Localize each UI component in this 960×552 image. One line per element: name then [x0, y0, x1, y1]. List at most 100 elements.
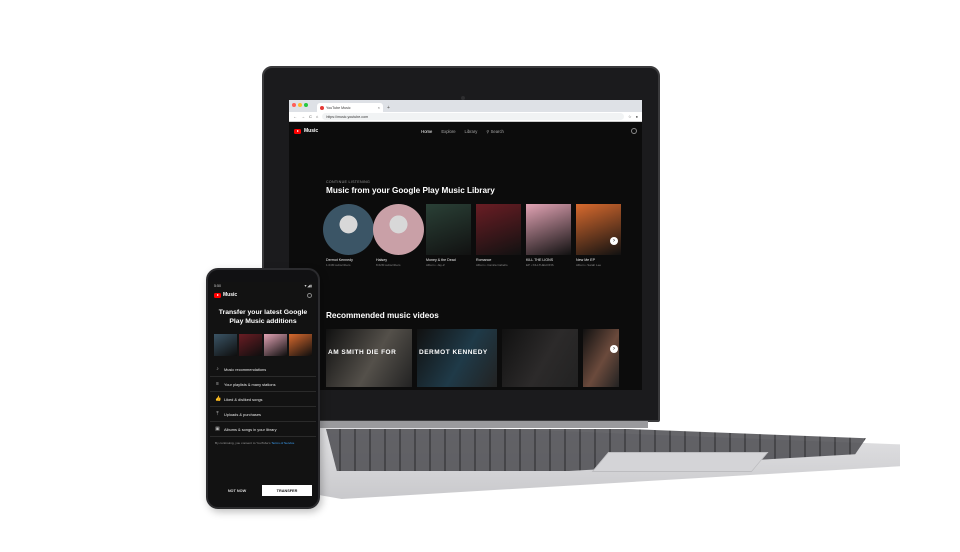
list-item: ⤒ Uploads & purchases	[210, 407, 316, 422]
reload-icon[interactable]: C	[309, 114, 312, 119]
video-thumbnail: DERMOT KENNEDY	[417, 329, 497, 387]
ytm-header: Music Home Explore Library ⚲ Search	[289, 122, 642, 140]
search-button[interactable]: ⚲ Search	[486, 129, 504, 134]
list-item-label: Music recommendations	[224, 366, 267, 372]
transfer-button[interactable]: TRANSFER	[262, 485, 312, 496]
ytm-brand[interactable]: Music	[304, 128, 318, 134]
videos-title: Recommended music videos	[326, 311, 439, 320]
card-subtitle: 8.62M subscribers	[376, 263, 401, 267]
phone-screen: 5:50 ▼◢▮ Music Transfer your latest Goog…	[210, 282, 316, 500]
phone-consent-note: By continuing, you consent to YouTube's …	[210, 437, 316, 450]
list-item-icon: 👍	[215, 395, 222, 402]
card-title: Dermot Kennedy	[326, 258, 353, 262]
card-title: KILL THE LIONS	[526, 258, 554, 262]
list-item: ≡ Your playlists & many stations	[210, 377, 316, 392]
phone-app-bar: Music	[210, 289, 316, 301]
list-item-label: Albums & songs in your library	[224, 426, 277, 432]
minimize-window-button[interactable]	[298, 103, 302, 107]
list-item-icon: ≡	[216, 380, 219, 387]
home-icon[interactable]: ⌂	[316, 114, 318, 119]
forward-arrow-icon[interactable]: →	[301, 114, 305, 119]
star-icon[interactable]: ☆	[628, 114, 632, 119]
list-item: ▣ Albums & songs in your library	[210, 422, 316, 437]
library-section: CONTINUE LISTENING Music from your Googl…	[323, 180, 621, 267]
youtube-music-favicon-icon	[320, 105, 324, 110]
laptop-hinge	[318, 421, 648, 428]
laptop-trackpad	[591, 452, 769, 472]
consent-text: By continuing, you consent to YouTube's	[215, 441, 271, 445]
video-card[interactable]: CrownVideo • Stormzy	[502, 329, 578, 390]
album-art	[426, 204, 471, 255]
search-label: Search	[490, 128, 504, 134]
youtube-logo-icon[interactable]	[294, 128, 301, 134]
library-title: Music from your Google Play Music Librar…	[326, 186, 495, 195]
browser-toolbar: ← → C ⌂ https://music.youtube.com ☆ ●	[289, 112, 642, 122]
list-item-icon: ▣	[215, 425, 220, 432]
nav-library[interactable]: Library	[465, 129, 478, 134]
phone-brand: Music	[223, 292, 238, 298]
library-card[interactable]: Halsey 8.62M subscribers	[373, 204, 424, 267]
back-arrow-icon[interactable]: ←	[293, 114, 297, 119]
library-kicker: CONTINUE LISTENING	[326, 180, 371, 184]
album-art	[323, 204, 374, 255]
library-card[interactable]: Money & the Dead Album • Jay-Z	[426, 204, 471, 267]
avatar[interactable]	[631, 128, 637, 134]
terms-link[interactable]: Terms of Service	[271, 441, 294, 445]
library-card[interactable]: Romance Album • Camila Cabello	[476, 204, 521, 267]
list-item-label: Liked & disliked songs	[224, 396, 263, 402]
card-subtitle: Album • Sarah Lee	[576, 263, 602, 267]
tab-title: YouTube Music	[326, 105, 351, 110]
phone-thumbnails	[210, 334, 316, 356]
profile-icon[interactable]: ●	[636, 114, 638, 119]
browser-tabbar: YouTube Music × +	[289, 100, 642, 112]
card-subtitle: EP • KILLTHELIONS	[526, 263, 554, 267]
tab-close-icon[interactable]: ×	[378, 105, 380, 110]
list-item-icon: ⤒	[216, 410, 219, 417]
not-now-button[interactable]: NOT NOW	[214, 485, 260, 496]
new-tab-button[interactable]: +	[387, 105, 390, 111]
card-subtitle: Album • Jay-Z	[426, 263, 445, 267]
library-next-button[interactable]: ›	[610, 237, 618, 245]
video-card[interactable]: DERMOT KENNEDYWithout FearVideo • Dermot…	[417, 329, 497, 390]
phone-status-icons: ▼◢▮	[303, 283, 312, 288]
nav-home[interactable]: Home	[421, 129, 432, 134]
laptop-screen: YouTube Music × + ← → C ⌂ https://music.…	[289, 100, 642, 390]
chevron-right-icon: ›	[613, 238, 615, 244]
card-subtitle: Album • Camila Cabello	[476, 263, 508, 267]
card-title: Romance	[476, 258, 492, 262]
video-overlay-text: AM SMITH DIE FOR	[328, 349, 397, 356]
video-card[interactable]: AM SMITH DIE FORTo Die ForVideo • Sam Sm…	[326, 329, 412, 390]
videos-shelf: AM SMITH DIE FORTo Die ForVideo • Sam Sm…	[326, 329, 619, 390]
close-window-button[interactable]	[292, 103, 296, 107]
list-item: 👍 Liked & disliked songs	[210, 392, 316, 407]
phone-thumbnail	[214, 334, 237, 356]
address-bar-url: https://music.youtube.com	[326, 114, 369, 119]
phone-title: Transfer your latest Google Play Music a…	[218, 309, 308, 325]
video-card[interactable]: WonderVideo • Shawn Mendes	[583, 329, 619, 390]
phone-actions: NOT NOW TRANSFER	[210, 485, 316, 496]
phone-thumbnail	[239, 334, 262, 356]
card-subtitle: 1.04M subscribers	[326, 263, 351, 267]
phone-time: 5:50	[214, 283, 221, 288]
videos-section: Recommended music videos AM SMITH DIE FO…	[326, 309, 619, 390]
library-card[interactable]: KILL THE LIONS EP • KILLTHELIONS	[526, 204, 571, 267]
browser-tab[interactable]: YouTube Music ×	[317, 103, 383, 112]
card-title: New Me EP	[576, 258, 595, 262]
library-card[interactable]: New Me EP Album • Sarah Lee	[576, 204, 621, 267]
maximize-window-button[interactable]	[304, 103, 308, 107]
address-bar[interactable]: https://music.youtube.com	[322, 113, 624, 120]
library-shelf: Dermot Kennedy 1.04M subscribers Halsey 8.6…	[323, 204, 621, 267]
card-title: Halsey	[376, 258, 387, 262]
list-item-icon: ♪	[216, 365, 219, 372]
videos-next-button[interactable]: ›	[610, 345, 618, 353]
phone-transfer-list: ♪ Music recommendations ≡ Your playlists & …	[210, 362, 316, 437]
phone-avatar-icon[interactable]	[307, 292, 312, 298]
nav-explore[interactable]: Explore	[441, 129, 455, 134]
card-title: Money & the Dead	[426, 258, 456, 262]
window-controls	[292, 103, 308, 107]
library-card[interactable]: Dermot Kennedy 1.04M subscribers	[323, 204, 374, 267]
ytm-nav: Home Explore Library ⚲ Search	[421, 129, 504, 134]
phone-thumbnail	[264, 334, 287, 356]
list-item: ♪ Music recommendations	[210, 362, 316, 377]
video-thumbnail	[502, 329, 578, 387]
